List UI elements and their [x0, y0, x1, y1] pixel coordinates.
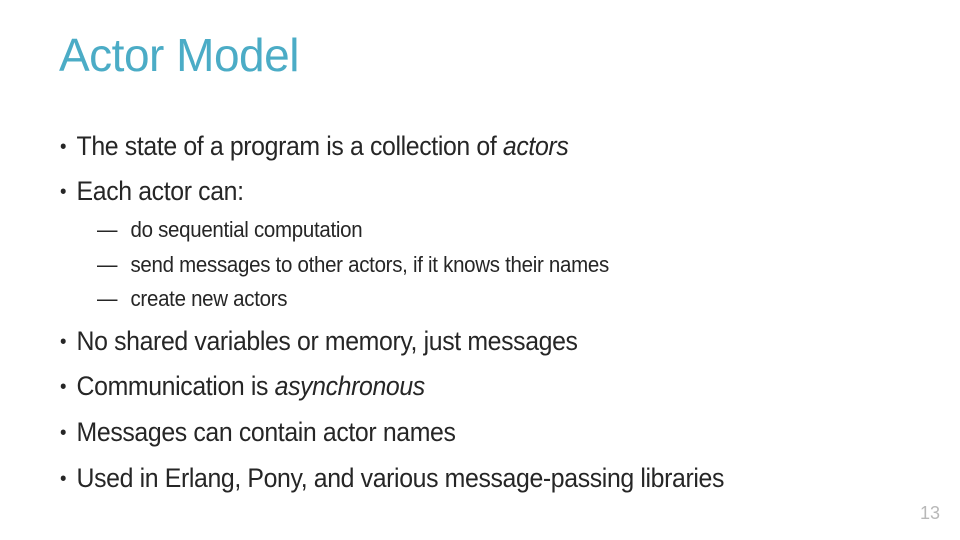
- bullet-icon: •: [60, 136, 67, 158]
- bullet-icon: •: [60, 376, 67, 398]
- bullet-item: • The state of a program is a collection …: [60, 131, 569, 161]
- bullet-item: • No shared variables or memory, just mes…: [60, 326, 578, 356]
- bullet-icon: •: [60, 468, 67, 490]
- dash-icon: —: [97, 252, 118, 277]
- dash-icon: —: [97, 286, 118, 311]
- bullet-icon: •: [60, 422, 67, 444]
- slide-title: Actor Model: [59, 29, 299, 81]
- slide: Actor Model • The state of a program is a…: [0, 0, 960, 540]
- sub-bullet-item: — send messages to other actors, if it kn…: [97, 252, 609, 277]
- bullet-icon: •: [60, 181, 67, 203]
- bullet-icon: •: [60, 331, 67, 353]
- sub-bullet-item: — do sequential computation: [97, 217, 363, 242]
- page-number: 13: [919, 503, 940, 523]
- bullet-item: • Used in Erlang, Pony, and various messa…: [60, 463, 725, 493]
- bullet-item: • Each actor can:: [60, 176, 244, 206]
- bullet-item: • Communication is asynchronous: [60, 371, 425, 401]
- dash-icon: —: [97, 217, 118, 242]
- sub-bullet-item: — create new actors: [97, 286, 288, 311]
- bullet-item: • Messages can contain actor names: [60, 417, 456, 447]
